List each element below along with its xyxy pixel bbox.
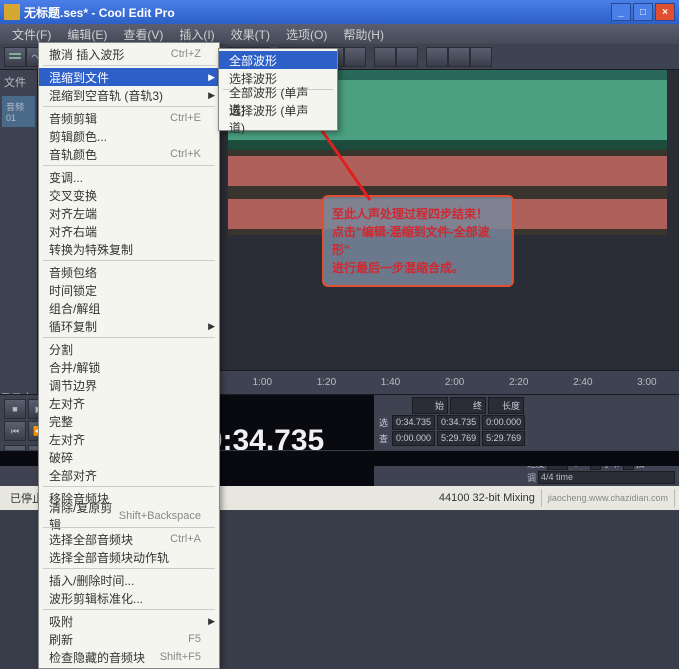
minimize-button[interactable]: _ — [611, 3, 631, 21]
menu-item[interactable]: 变调... — [39, 168, 219, 186]
header-length: 长度 — [488, 397, 524, 414]
maximize-button[interactable]: □ — [633, 3, 653, 21]
menu-insert[interactable]: 插入(I) — [171, 24, 222, 44]
tool-multitrack[interactable] — [4, 47, 26, 67]
menu-item[interactable]: 对齐左端 — [39, 204, 219, 222]
time-tick: 1:40 — [358, 377, 422, 388]
menu-item[interactable]: 破碎 — [39, 448, 219, 466]
menu-item[interactable]: 插入/删除时间... — [39, 571, 219, 589]
menu-item[interactable]: 剪辑颜色... — [39, 127, 219, 145]
header-begin: 始 — [412, 397, 448, 414]
menu-item[interactable]: 混缩到文件▶ — [39, 68, 219, 86]
menu-effects[interactable]: 效果(T) — [223, 24, 278, 44]
sel-label: 选 — [376, 415, 390, 430]
side-panel: 文件 音频01 — [0, 70, 38, 394]
annotation-line3: 进行最后一步混缩合成。 — [332, 259, 504, 277]
menu-item[interactable]: 检查隐藏的音频块Shift+F5 — [39, 648, 219, 666]
menu-item[interactable]: 吸附▶ — [39, 612, 219, 630]
tool-move[interactable] — [396, 47, 418, 67]
goto-start-button[interactable]: ⏮ — [4, 421, 26, 441]
menu-item[interactable]: 合并/解锁 — [39, 358, 219, 376]
sel-begin[interactable]: 0:34.735 — [392, 415, 435, 430]
tool-help[interactable] — [470, 47, 492, 67]
tool-settings[interactable] — [426, 47, 448, 67]
time-tick: 1:00 — [230, 377, 294, 388]
mixdown-submenu: 全部波形选择波形全部波形 (单声道)选择波形 (单声道) — [218, 48, 338, 131]
menu-help[interactable]: 帮助(H) — [335, 24, 392, 44]
window-title: 无标题.ses* - Cool Edit Pro — [24, 4, 175, 21]
annotation-box: 至此人声处理过程四步结束！ 点击"编辑-混缩到文件-全部波形" 进行最后一步混缩… — [322, 195, 514, 287]
menu-item[interactable]: 混缩到空音轨 (音轨3)▶ — [39, 86, 219, 104]
time-tick: 1:20 — [294, 377, 358, 388]
menu-item[interactable]: 调节边界 — [39, 376, 219, 394]
tool-select[interactable] — [374, 47, 396, 67]
menu-view[interactable]: 查看(V) — [115, 24, 171, 44]
menu-item[interactable]: 左对齐 — [39, 430, 219, 448]
menu-options[interactable]: 选项(O) — [278, 24, 335, 44]
time-tick: 2:40 — [551, 377, 615, 388]
menu-item[interactable]: 时间锁定 — [39, 281, 219, 299]
view-length[interactable]: 5:29.769 — [482, 431, 525, 446]
annotation-line1: 至此人声处理过程四步结束！ — [332, 205, 504, 223]
menu-item[interactable]: 全部对齐 — [39, 466, 219, 484]
menu-item[interactable]: 交叉变换 — [39, 186, 219, 204]
time-sig-value[interactable]: 4/4 time — [538, 471, 675, 484]
view-end[interactable]: 5:29.769 — [437, 431, 480, 446]
side-panel-item[interactable]: 音频01 — [2, 96, 35, 127]
side-panel-title: 文件 — [0, 70, 37, 94]
menu-item[interactable]: 音频剪辑Ctrl+E — [39, 109, 219, 127]
menu-item[interactable]: 刷新F5 — [39, 630, 219, 648]
menu-bar: 文件(F) 编辑(E) 查看(V) 插入(I) 效果(T) 选项(O) 帮助(H… — [0, 24, 679, 44]
sel-end[interactable]: 0:34.735 — [437, 415, 480, 430]
annotation-line2: 点击"编辑-混缩到文件-全部波形" — [332, 223, 504, 259]
menu-item[interactable]: 音轨颜色Ctrl+K — [39, 145, 219, 163]
tool-zoom-full[interactable] — [344, 47, 366, 67]
menu-item[interactable]: 转换为特殊复制 — [39, 240, 219, 258]
time-sig-label: 调 — [527, 471, 536, 484]
time-tick: 2:00 — [423, 377, 487, 388]
sel-length[interactable]: 0:00.000 — [482, 415, 525, 430]
menu-file[interactable]: 文件(F) — [4, 24, 59, 44]
menu-item[interactable]: 组合/解组 — [39, 299, 219, 317]
status-sample: 44100 32-bit Mixing — [433, 489, 542, 507]
app-icon — [4, 4, 20, 20]
waveform-2-left — [228, 156, 667, 186]
time-tick: 3:00 — [615, 377, 679, 388]
menu-item[interactable]: 选择全部音频块动作轨 — [39, 548, 219, 566]
submenu-item[interactable]: 全部波形 — [219, 51, 337, 69]
title-bar: 无标题.ses* - Cool Edit Pro _ □ × — [0, 0, 679, 24]
selection-info: 始 终 长度 选 0:34.735 0:34.735 0:00.000 查 0:… — [374, 395, 526, 486]
close-button[interactable]: × — [655, 3, 675, 21]
time-tick: 2:20 — [487, 377, 551, 388]
menu-item[interactable]: 音频包络 — [39, 263, 219, 281]
watermark: jiaocheng.www.chazidian.com — [542, 489, 675, 507]
menu-item[interactable]: 循环复制▶ — [39, 317, 219, 335]
stop-button[interactable]: ■ — [4, 399, 26, 419]
menu-item[interactable]: 撤消 插入波形Ctrl+Z — [39, 45, 219, 63]
menu-item[interactable]: 对齐右端 — [39, 222, 219, 240]
menu-edit[interactable]: 编辑(E) — [59, 24, 115, 44]
view-label: 查 — [376, 431, 390, 446]
menu-item[interactable]: 分割 — [39, 340, 219, 358]
menu-item[interactable]: 波形剪辑标准化... — [39, 589, 219, 607]
menu-item[interactable]: 完整 — [39, 412, 219, 430]
menu-item[interactable]: 左对齐 — [39, 394, 219, 412]
submenu-item[interactable]: 选择波形 (单声道) — [219, 110, 337, 128]
menu-item[interactable]: 选择全部音频块Ctrl+A — [39, 530, 219, 548]
view-begin[interactable]: 0:00.000 — [392, 431, 435, 446]
header-end: 终 — [450, 397, 486, 414]
tool-options[interactable] — [448, 47, 470, 67]
edit-menu-dropdown: 撤消 插入波形Ctrl+Z 混缩到文件▶混缩到空音轨 (音轨3)▶ 音频剪辑Ctrl… — [38, 42, 220, 669]
